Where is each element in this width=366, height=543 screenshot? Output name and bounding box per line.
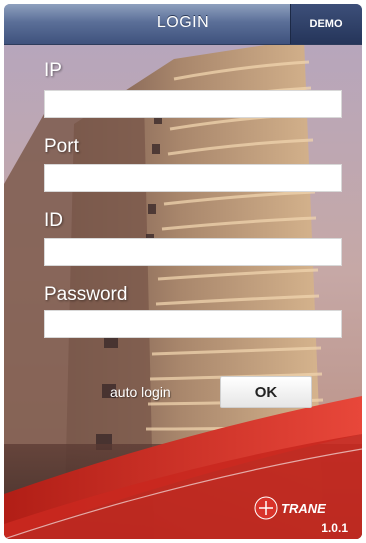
version-label: 1.0.1: [321, 521, 348, 535]
id-label: ID: [44, 210, 63, 231]
demo-button[interactable]: DEMO: [290, 4, 362, 44]
header-bar: LOGIN DEMO: [4, 4, 362, 45]
ip-label: IP: [44, 60, 62, 81]
trane-logo: TRANE: [254, 496, 326, 520]
password-field[interactable]: [44, 310, 342, 338]
password-label: Password: [44, 284, 128, 305]
auto-login-checkbox[interactable]: [84, 384, 102, 402]
ok-button[interactable]: OK: [220, 376, 312, 408]
auto-login-option[interactable]: auto login: [84, 382, 192, 404]
building-background-image: [4, 4, 362, 539]
id-field[interactable]: [44, 238, 342, 266]
ip-field[interactable]: [44, 90, 342, 118]
login-screen: LOGIN DEMO IP Port ID Password auto logi…: [4, 4, 362, 539]
port-field[interactable]: [44, 164, 342, 192]
auto-login-label: auto login: [110, 384, 171, 400]
port-label: Port: [44, 136, 79, 157]
trane-brand-text: TRANE: [281, 501, 326, 516]
